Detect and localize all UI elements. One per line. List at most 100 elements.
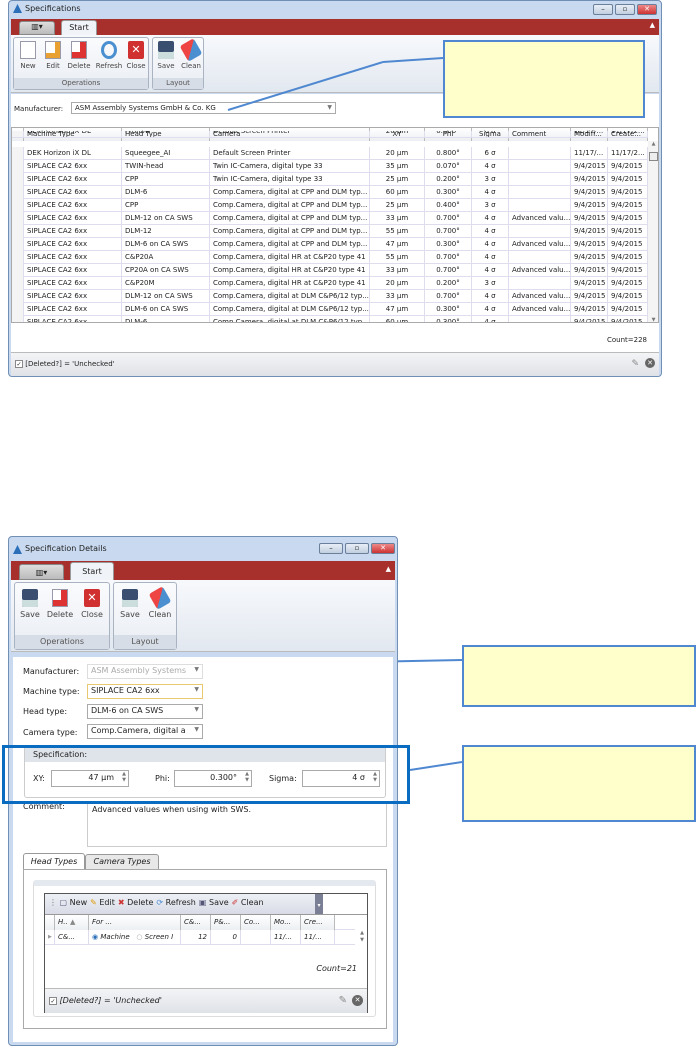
radio-machine[interactable]: ◉ Machine (92, 933, 130, 941)
label: Clean (148, 610, 172, 619)
filter-bar: ✓ [Deleted?] = 'Unchecked' ✎ ✕ (45, 988, 367, 1013)
toolbar-new-button[interactable]: ▢ New (60, 898, 88, 907)
grid-toolbar: ⋮ ▢ New ✎ Edit ✖ Delete ⟳ Refresh ▣ Save ✐ Cl… (45, 894, 315, 914)
group-label: Layout (114, 635, 176, 649)
table-row[interactable]: ▶ C&... ◉ Machine ○ Screen I 12 0 11/...… (45, 930, 355, 945)
column-header[interactable]: C&... (181, 915, 211, 930)
column-header[interactable]: P&... (211, 915, 241, 930)
manufacturer-value: ASM Assembly Systems (91, 666, 187, 675)
column-header[interactable]: H.. ▲ (55, 915, 89, 930)
column-header[interactable]: For ... (89, 915, 181, 930)
clean-layout-button[interactable]: Clean (146, 586, 174, 619)
close-window-button[interactable]: ✕ (371, 543, 395, 554)
comment-value: Advanced values when using with SWS. (92, 805, 252, 814)
callout-box-2 (462, 645, 696, 707)
title-bar: Specification Details – ▫ ✕ (9, 537, 397, 559)
close-button[interactable]: ✕ Close (78, 589, 106, 619)
chevron-down-icon: ▼ (194, 666, 199, 673)
edit-filter-icon[interactable]: ✎ (339, 995, 347, 1006)
details-form: Manufacturer: ASM Assembly Systems ▼ Mach… (13, 657, 393, 1042)
for-cell: ◉ Machine ○ Screen I (89, 930, 181, 945)
table-cell: 11/... (301, 930, 335, 945)
table-cell: C&... (55, 930, 89, 945)
toolbar-edit-button[interactable]: ✎ Edit (90, 898, 115, 907)
column-header[interactable]: Co... (241, 915, 271, 930)
head-types-grid: H.. ▲ For ... C&... P&... Co... Mo... Cre... ▶… (45, 914, 367, 950)
highlight-rectangle (2, 745, 410, 804)
tab-head-types[interactable]: Head Types (23, 853, 85, 869)
toolbar-refresh-button[interactable]: ⟳ Refresh (156, 898, 195, 907)
save-icon: ▣ (198, 898, 207, 907)
sort-ascending-icon: ▲ (69, 918, 76, 926)
column-label: C&... (184, 918, 202, 926)
label: Save (208, 898, 229, 907)
detail-grid-container: ⋮ ▢ New ✎ Edit ✖ Delete ⟳ Refresh ▣ Save ✐ Cl… (44, 893, 368, 1013)
toolbar-overflow-button[interactable]: ▾ (315, 894, 323, 914)
save-icon (22, 589, 38, 607)
comment-textarea[interactable]: Advanced values when using with SWS. (87, 801, 387, 847)
radio-screen[interactable]: ○ Screen I (136, 933, 173, 941)
head-type-combo[interactable]: DLM-6 on CA SWS ▼ (87, 704, 203, 719)
tab-camera-types[interactable]: Camera Types (85, 854, 159, 869)
manufacturer-label: Manufacturer: (23, 667, 80, 676)
chevron-down-icon: ▼ (194, 686, 199, 693)
camera-type-combo[interactable]: Comp.Camera, digital a ▼ (87, 724, 203, 739)
clean-icon: ✐ (231, 898, 239, 907)
label: Clean (240, 898, 264, 907)
group-label: Operations (15, 635, 109, 649)
delete-icon (52, 589, 68, 607)
column-label: For ... (92, 918, 113, 926)
tab-start[interactable]: Start (70, 562, 114, 580)
radio-selected-icon: ◉ (92, 933, 99, 941)
app-icon (13, 545, 22, 554)
edit-icon: ✎ (90, 898, 97, 907)
clear-filter-icon[interactable]: ✕ (352, 995, 363, 1006)
label: Edit (99, 898, 115, 907)
column-header[interactable]: Cre... (301, 915, 335, 930)
machine-type-combo[interactable]: SIPLACE CA2 6xx ▼ (87, 684, 203, 699)
column-label: Co... (244, 918, 260, 926)
grid-header: H.. ▲ For ... C&... P&... Co... Mo... Cre... (45, 915, 355, 930)
count-label: Count=21 (316, 964, 357, 973)
minimize-button[interactable]: – (319, 543, 343, 554)
column-label: Mo... (274, 918, 291, 926)
collapse-ribbon-icon[interactable]: ▲ (386, 565, 391, 573)
column-label: H.. (58, 918, 68, 926)
window-title: Specification Details (25, 544, 107, 553)
toolbar-grip[interactable]: ⋮ (49, 898, 57, 907)
label: Screen I (144, 933, 174, 941)
ribbon: Save Delete ✕ Close Operations Save Clean… (11, 580, 395, 652)
camera-type-value: Comp.Camera, digital a (91, 726, 186, 735)
filter-checkbox[interactable]: ✓ (49, 996, 57, 1005)
filter-text: [Deleted?] = 'Unchecked' (59, 996, 162, 1005)
label: Delete (127, 898, 154, 907)
label: Save (20, 610, 40, 619)
radio-unselected-icon: ○ (136, 933, 143, 941)
machine-type-value: SIPLACE CA2 6xx (91, 686, 160, 695)
table-cell (241, 930, 271, 945)
row-indicator-icon: ▶ (45, 930, 55, 945)
label: Machine (100, 933, 130, 941)
camera-type-label: Camera type: (23, 728, 78, 737)
group-operations: Save Delete ✕ Close Operations (14, 582, 110, 650)
toolbar-delete-button[interactable]: ✖ Delete (118, 898, 154, 907)
vertical-scrollbar[interactable]: ▲ ▼ (357, 930, 367, 950)
app-menu-button[interactable]: ▥▾ (19, 564, 64, 580)
save-layout-button[interactable]: Save (117, 589, 143, 619)
save-button[interactable]: Save (18, 589, 42, 619)
toolbar-clean-button[interactable]: ✐ Clean (232, 898, 264, 907)
column-header[interactable]: Mo... (271, 915, 301, 930)
refresh-icon: ⟳ (156, 898, 164, 907)
label: Save (120, 610, 140, 619)
label: Refresh (165, 898, 196, 907)
head-type-value: DLM-6 on CA SWS (91, 706, 164, 715)
toolbar-save-button[interactable]: ▣ Save (199, 898, 229, 907)
maximize-button[interactable]: ▫ (345, 543, 369, 554)
label: Close (81, 610, 103, 619)
callout-box-3 (462, 745, 696, 822)
inner-panel: ⋮ ▢ New ✎ Edit ✖ Delete ⟳ Refresh ▣ Save ✐ Cl… (33, 880, 376, 1017)
table-cell: 12 (181, 930, 211, 945)
column-label: Cre... (304, 918, 323, 926)
delete-button[interactable]: Delete (45, 589, 75, 619)
label: Delete (46, 610, 74, 619)
